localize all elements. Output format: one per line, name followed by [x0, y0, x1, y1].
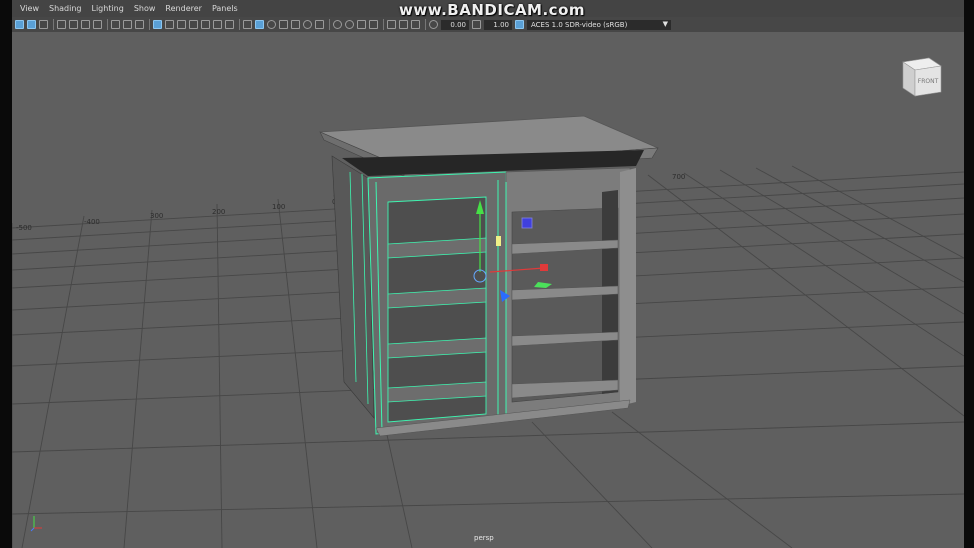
- pencil-icon[interactable]: [135, 20, 144, 29]
- grid-line: [12, 493, 964, 515]
- grid-line: [647, 174, 964, 417]
- manipulator-yellow-handle: [496, 236, 501, 246]
- grid-line: [755, 167, 964, 283]
- motion-blur-icon[interactable]: [333, 20, 342, 29]
- textured-icon[interactable]: [279, 20, 288, 29]
- occlusion-icon[interactable]: [315, 20, 324, 29]
- axis-gizmo: [30, 516, 42, 532]
- camera-icon[interactable]: [57, 20, 66, 29]
- shadows-icon[interactable]: [303, 20, 312, 29]
- exposure-icon[interactable]: [429, 20, 438, 29]
- viewcube[interactable]: FRONT: [899, 54, 945, 100]
- grid-line: [12, 421, 964, 453]
- maya-viewport[interactable]: View Shading Lighting Show Renderer Pane…: [12, 0, 964, 548]
- menu-panels[interactable]: Panels: [212, 4, 238, 13]
- shaded-icon[interactable]: [255, 20, 264, 29]
- camera-name-label: persp: [474, 534, 494, 542]
- grid-line: [216, 203, 223, 548]
- wireframe-icon[interactable]: [243, 20, 252, 29]
- toolbar-separator: [53, 19, 54, 30]
- grid-line: [277, 198, 318, 548]
- manipulator-camera-handle: [521, 217, 533, 229]
- colorspace-icon[interactable]: [515, 20, 524, 29]
- chevron-down-icon: ▼: [662, 19, 668, 28]
- gate-mask-icon[interactable]: [189, 20, 198, 29]
- axis-z-line: [30, 527, 35, 532]
- menu-renderer[interactable]: Renderer: [165, 4, 202, 13]
- safe-title-icon[interactable]: [225, 20, 234, 29]
- image-plane-icon[interactable]: [93, 20, 102, 29]
- scene-view[interactable]: -500 -400 300 200 100 0 700: [12, 32, 964, 548]
- grease-pencil-icon[interactable]: [123, 20, 132, 29]
- grid-line: [791, 165, 964, 259]
- select-icon[interactable]: [15, 20, 24, 29]
- toolbar-separator: [107, 19, 108, 30]
- right-border: [964, 0, 974, 548]
- field-chart-icon[interactable]: [201, 20, 210, 29]
- toolbar-separator: [149, 19, 150, 30]
- grid-line: [611, 411, 793, 548]
- toolbar-separator: [383, 19, 384, 30]
- menu-view[interactable]: View: [20, 4, 39, 13]
- grid-line: [531, 421, 653, 548]
- viewport-toolbar: 0.00 1.00 ACES 1.0 SDR-video (sRGB) ▼: [12, 17, 964, 32]
- lasso-icon[interactable]: [27, 20, 36, 29]
- colorspace-dropdown[interactable]: ACES 1.0 SDR-video (sRGB) ▼: [527, 19, 671, 30]
- two-d-pan-icon[interactable]: [111, 20, 120, 29]
- colorspace-value: ACES 1.0 SDR-video (sRGB): [531, 20, 628, 29]
- safe-action-icon[interactable]: [213, 20, 222, 29]
- grid-label: 100: [272, 203, 285, 211]
- isolate-icon[interactable]: [369, 20, 378, 29]
- camera-attributes-icon[interactable]: [69, 20, 78, 29]
- menu-show[interactable]: Show: [134, 4, 156, 13]
- anti-alias-icon[interactable]: [345, 20, 354, 29]
- exposure-field[interactable]: 0.00: [441, 19, 469, 30]
- xray-icon[interactable]: [387, 20, 396, 29]
- grid-label: -400: [84, 218, 100, 226]
- bookshelf-model: [319, 115, 659, 437]
- xray-components-icon[interactable]: [411, 20, 420, 29]
- light-icon[interactable]: [291, 20, 300, 29]
- gamma-icon[interactable]: [472, 20, 481, 29]
- xray-joints-icon[interactable]: [399, 20, 408, 29]
- menu-lighting[interactable]: Lighting: [91, 4, 123, 13]
- gamma-field[interactable]: 1.00: [484, 19, 512, 30]
- menu-shading[interactable]: Shading: [49, 4, 82, 13]
- grid-label: -500: [16, 224, 32, 232]
- resolution-gate-icon[interactable]: [177, 20, 186, 29]
- toolbar-separator: [239, 19, 240, 30]
- grid-line: [123, 209, 153, 548]
- manipulator-x-handle: [540, 264, 548, 271]
- grid-label: 300: [150, 212, 163, 220]
- grid-label: 700: [672, 173, 685, 181]
- viewcube-label: FRONT: [918, 78, 939, 85]
- bookmark-icon[interactable]: [81, 20, 90, 29]
- toolbar-separator: [425, 19, 426, 30]
- depth-of-field-icon[interactable]: [357, 20, 366, 29]
- film-gate-icon[interactable]: [165, 20, 174, 29]
- paint-icon[interactable]: [39, 20, 48, 29]
- grid-icon[interactable]: [153, 20, 162, 29]
- grid-label: 200: [212, 208, 225, 216]
- left-border: [0, 0, 12, 548]
- right-unit-side: [620, 168, 636, 406]
- grid-line: [21, 215, 85, 548]
- toolbar-separator: [329, 19, 330, 30]
- wireframe-on-shaded-icon[interactable]: [267, 20, 276, 29]
